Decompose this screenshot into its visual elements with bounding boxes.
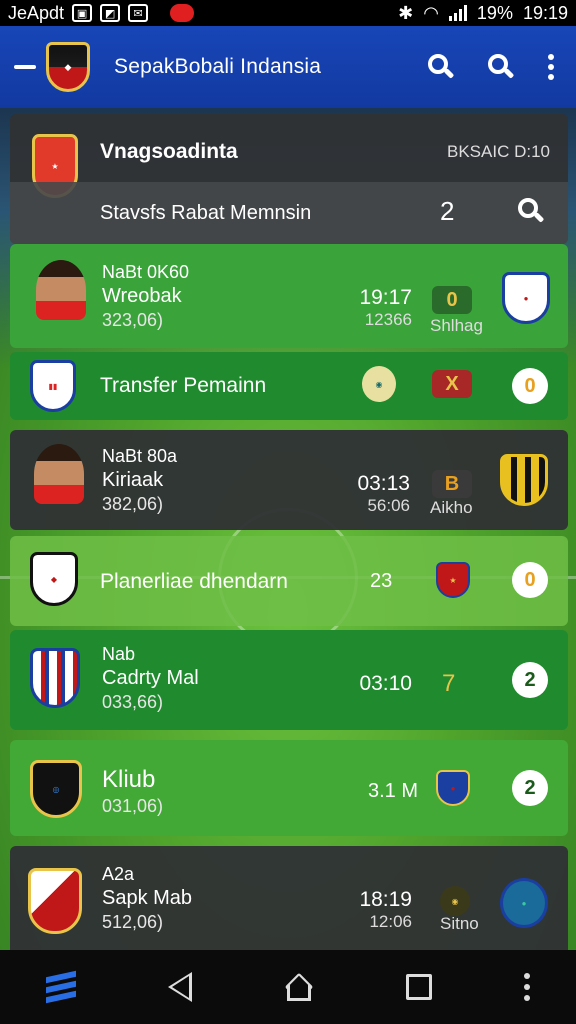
player-name: Wreobak xyxy=(102,285,182,307)
header-subtitle: Stavsfs Rabat Memnsin xyxy=(100,202,312,224)
club-crest: ◆ xyxy=(30,552,78,606)
club-name: Kliub xyxy=(102,766,156,793)
team-meta: BKSAIC D:10 xyxy=(447,142,550,161)
club-crest xyxy=(28,868,82,934)
club-tag: A2a xyxy=(102,864,135,884)
club-name: Cadrty Mal xyxy=(102,667,199,689)
count-badge[interactable]: 0 xyxy=(512,562,548,598)
list-item[interactable]: ◎ Kliub 031,06) 3.1 M ● 2 xyxy=(10,740,568,836)
list-item[interactable]: ▮▮ Transfer Pemainn ◉ X 0 xyxy=(10,352,568,420)
club-badge: ● xyxy=(436,770,470,806)
list-item[interactable]: NaBt 80a Kiriaak 382,06) 03:13 56:06 B A… xyxy=(10,430,568,530)
match-time: 18:19 xyxy=(359,888,412,911)
home-icon[interactable] xyxy=(284,972,314,1002)
score-value: 7 xyxy=(442,670,456,697)
count-badge[interactable]: 2 xyxy=(512,662,548,698)
player-stat: 323,06) xyxy=(102,310,164,330)
club-tag: Nab xyxy=(102,644,136,664)
list-item[interactable]: NaBt 0K60 Wreobak 323,06) 19:17 12366 0 … xyxy=(10,244,568,348)
nav-overflow-icon[interactable] xyxy=(524,973,530,1001)
club-badge: ★ xyxy=(436,562,470,598)
list-item[interactable]: A2a Sapk Mab 512,06) 18:19 12:06 ◉ Sitno… xyxy=(10,846,568,950)
back-icon[interactable] xyxy=(168,972,192,1002)
clock: 19:19 xyxy=(522,2,568,23)
signal-icon xyxy=(448,5,467,21)
market-value: 3.1 M xyxy=(368,780,419,802)
count-badge[interactable]: 0 xyxy=(512,368,548,404)
ball-icon: ◉ xyxy=(440,886,470,916)
score-pill: B xyxy=(432,470,472,498)
menu-value: 23 xyxy=(370,570,393,592)
menu-icon[interactable] xyxy=(14,65,36,69)
score-sub: Sitno xyxy=(440,914,479,933)
club-stat: 033,66) xyxy=(102,692,164,712)
player-avatar xyxy=(34,444,84,504)
overflow-menu-icon[interactable] xyxy=(548,54,554,80)
recent-apps-icon[interactable] xyxy=(406,974,432,1000)
app-logo: ◆ xyxy=(46,42,90,92)
status-bar: JeApdt ▣ ◩ ✉ ✱ ◠ 19% 19:19 xyxy=(0,0,576,26)
team-name: Vnagsoadinta xyxy=(100,140,238,163)
club-stat: 031,06) xyxy=(102,796,164,816)
search-icon[interactable] xyxy=(428,54,455,80)
club-badge: ◉ xyxy=(362,366,396,402)
bluetooth-icon: ✱ xyxy=(398,2,414,23)
club-stat: 512,06) xyxy=(102,912,164,932)
app-title: SepakBobali Indansia xyxy=(114,55,322,78)
app-drawer-icon[interactable] xyxy=(46,970,76,1004)
menu-label: Planerliae dhendarn xyxy=(100,570,288,593)
player-tag: NaBt 0K60 xyxy=(102,262,190,282)
club-crest xyxy=(30,648,80,708)
app-bar: ◆ SepakBobali Indansia xyxy=(0,26,576,108)
team-header-card[interactable]: ★ Vnagsoadinta BKSAIC D:10 Stavsfs Rabat… xyxy=(10,114,568,244)
match-time: 03:13 xyxy=(357,472,410,495)
match-time: 03:10 xyxy=(359,672,412,695)
menu-label: Transfer Pemainn xyxy=(100,374,267,397)
list-item[interactable]: ◆ Planerliae dhendarn 23 ★ 0 xyxy=(10,536,568,626)
player-tag: NaBt 80a xyxy=(102,446,178,466)
zoom-search-icon[interactable] xyxy=(488,54,515,80)
header-count: 2 xyxy=(440,196,455,226)
opponent-crest: ● xyxy=(502,272,550,324)
player-avatar xyxy=(36,260,86,320)
match-time-sub: 12:06 xyxy=(369,912,412,931)
header-search-icon[interactable] xyxy=(518,198,545,224)
count-badge[interactable]: 2 xyxy=(512,770,548,806)
opponent-crest: ● xyxy=(500,878,548,928)
opponent-crest xyxy=(500,454,548,506)
notification-gallery-icon: ◩ xyxy=(100,4,121,22)
score-pill: 0 xyxy=(432,286,472,314)
list-item[interactable]: Nab Cadrty Mal 033,66) 03:10 7 2 xyxy=(10,630,568,730)
score-sub: Shlhag xyxy=(430,316,483,335)
status-badge: X xyxy=(432,370,472,398)
battery-label: 19% xyxy=(476,2,513,23)
player-name: Kiriaak xyxy=(102,469,164,491)
match-time-sub: 12366 xyxy=(364,310,412,329)
match-time-sub: 56:06 xyxy=(367,496,410,515)
player-stat: 382,06) xyxy=(102,494,164,514)
notification-message-icon: ✉ xyxy=(128,4,149,22)
score-sub: Aikho xyxy=(430,498,473,517)
club-name: Sapk Mab xyxy=(102,887,193,909)
recording-icon xyxy=(170,4,195,22)
club-crest: ◎ xyxy=(30,760,82,818)
match-time: 19:17 xyxy=(359,286,412,309)
carrier-label: JeApdt xyxy=(8,2,65,23)
notification-photo-icon: ▣ xyxy=(72,4,93,22)
club-crest: ▮▮ xyxy=(30,360,76,412)
system-nav-bar xyxy=(0,950,576,1024)
wifi-icon: ◠ xyxy=(423,2,439,23)
